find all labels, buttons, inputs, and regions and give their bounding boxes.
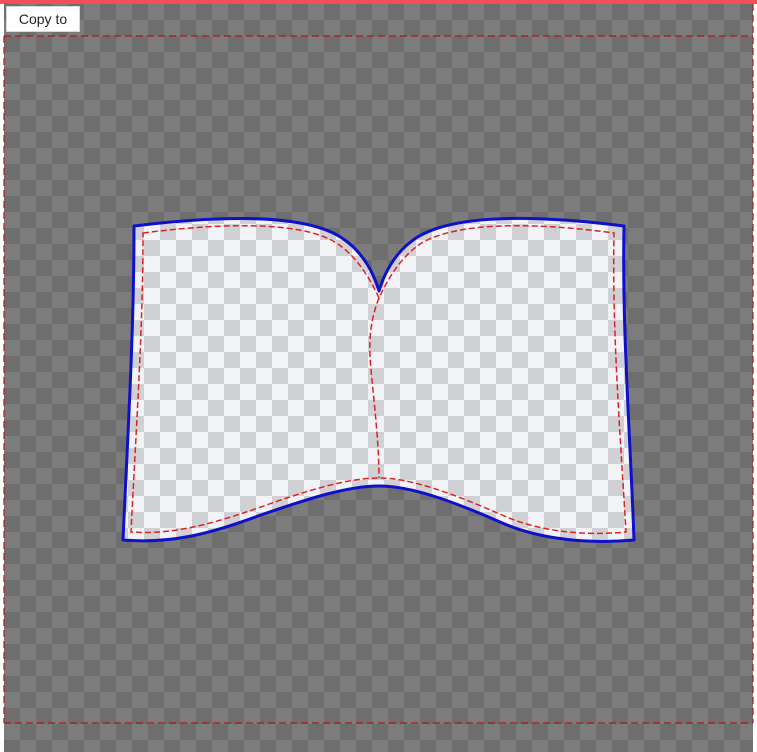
cutout-editor: Copy to bbox=[0, 0, 757, 752]
book-shape[interactable] bbox=[121, 216, 636, 543]
cutout-overlay bbox=[3, 4, 754, 724]
copy-to-button[interactable]: Copy to bbox=[6, 6, 80, 32]
